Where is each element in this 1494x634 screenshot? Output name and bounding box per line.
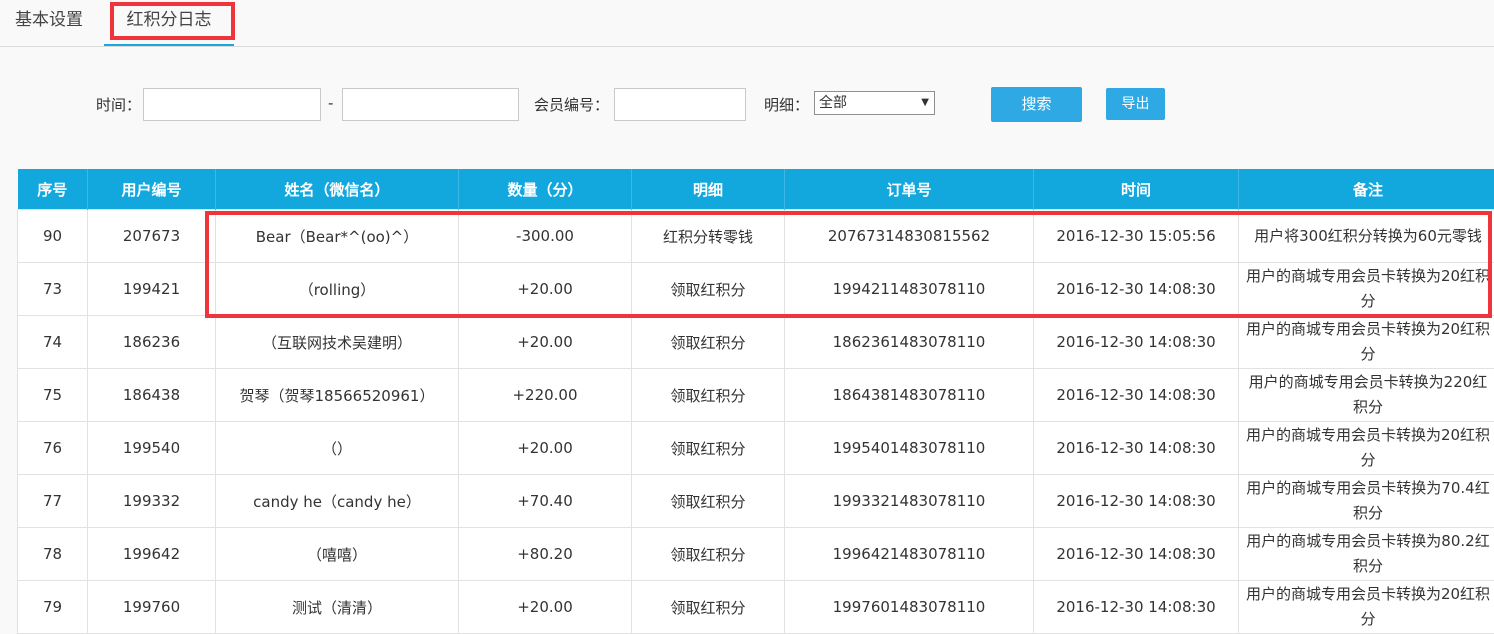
cell-index: 76 [18,422,88,475]
cell-detail: 领取红积分 [632,475,785,528]
tab-bar: 基本设置 红积分日志 [0,0,1494,47]
cell-user-id: 199642 [88,528,216,581]
export-button[interactable]: 导出 [1106,88,1165,120]
cell-time: 2016-12-30 14:08:30 [1034,316,1239,369]
table-row: 77 199332 candy he（candy he） +70.40 领取红积… [18,475,1494,528]
cell-name: （） [216,422,459,475]
detail-select[interactable]: 全部 ▼ [814,91,935,115]
cell-detail: 领取红积分 [632,369,785,422]
cell-note: 用户的商城专用会员卡转换为20红积分 [1239,422,1494,475]
header-amount: 数量（分） [459,169,632,210]
table-row: 74 186236 （互联网技术吴建明） +20.00 领取红积分 186236… [18,316,1494,369]
points-log-table: 序号 用户编号 姓名（微信名） 数量（分） 明细 订单号 时间 备注 90 20… [17,169,1494,634]
search-button[interactable]: 搜索 [991,87,1082,122]
cell-order-no: 1997601483078110 [785,581,1034,634]
cell-time: 2016-12-30 14:08:30 [1034,528,1239,581]
cell-name: Bear（Bear*^(oo)^） [216,210,459,263]
cell-index: 74 [18,316,88,369]
header-index: 序号 [18,169,88,210]
cell-note: 用户的商城专用会员卡转换为20红积分 [1239,316,1494,369]
cell-user-id: 199760 [88,581,216,634]
cell-detail: 领取红积分 [632,422,785,475]
cell-detail: 领取红积分 [632,581,785,634]
time-end-input[interactable] [342,88,519,121]
cell-index: 75 [18,369,88,422]
time-start-input[interactable] [143,88,321,121]
cell-user-id: 199332 [88,475,216,528]
cell-detail: 领取红积分 [632,263,785,316]
table-row: 90 207673 Bear（Bear*^(oo)^） -300.00 红积分转… [18,210,1494,263]
cell-order-no: 1862361483078110 [785,316,1034,369]
cell-time: 2016-12-30 14:08:30 [1034,581,1239,634]
cell-order-no: 1993321483078110 [785,475,1034,528]
table-row: 73 199421 （rolling） +20.00 领取红积分 1994211… [18,263,1494,316]
cell-user-id: 199540 [88,422,216,475]
cell-time: 2016-12-30 14:08:30 [1034,422,1239,475]
cell-index: 79 [18,581,88,634]
header-note: 备注 [1239,169,1494,210]
member-id-input[interactable] [614,88,746,121]
cell-index: 77 [18,475,88,528]
cell-note: 用户将300红积分转换为60元零钱 [1239,210,1494,263]
tab-highlight-box [110,2,235,40]
header-name: 姓名（微信名） [216,169,459,210]
detail-label: 明细： [764,94,809,115]
cell-order-no: 1995401483078110 [785,422,1034,475]
cell-time: 2016-12-30 14:08:30 [1034,263,1239,316]
cell-time: 2016-12-30 14:08:30 [1034,475,1239,528]
cell-name: （互联网技术吴建明） [216,316,459,369]
tab-basic-settings[interactable]: 基本设置 [0,0,98,44]
cell-detail: 领取红积分 [632,316,785,369]
dropdown-arrow-icon: ▼ [921,92,929,114]
table-row: 78 199642 （嘻嘻） +80.20 领取红积分 199642148307… [18,528,1494,581]
cell-name: （嘻嘻） [216,528,459,581]
cell-name: candy he（candy he） [216,475,459,528]
time-label: 时间： [96,94,141,115]
cell-time: 2016-12-30 15:05:56 [1034,210,1239,263]
cell-amount: -300.00 [459,210,632,263]
cell-order-no: 20767314830815562 [785,210,1034,263]
cell-amount: +20.00 [459,422,632,475]
cell-index: 78 [18,528,88,581]
cell-note: 用户的商城专用会员卡转换为70.4红积分 [1239,475,1494,528]
cell-order-no: 1996421483078110 [785,528,1034,581]
header-time: 时间 [1034,169,1239,210]
table-header-row: 序号 用户编号 姓名（微信名） 数量（分） 明细 订单号 时间 备注 [18,169,1494,210]
header-order-no: 订单号 [785,169,1034,210]
cell-amount: +70.40 [459,475,632,528]
cell-index: 90 [18,210,88,263]
cell-index: 73 [18,263,88,316]
cell-detail: 领取红积分 [632,528,785,581]
member-id-label: 会员编号： [534,94,609,115]
cell-detail: 红积分转零钱 [632,210,785,263]
cell-user-id: 186236 [88,316,216,369]
cell-order-no: 1994211483078110 [785,263,1034,316]
cell-order-no: 1864381483078110 [785,369,1034,422]
header-user-id: 用户编号 [88,169,216,210]
cell-note: 用户的商城专用会员卡转换为220红积分 [1239,369,1494,422]
cell-user-id: 186438 [88,369,216,422]
table-row: 79 199760 测试（清清） +20.00 领取红积分 1997601483… [18,581,1494,634]
cell-time: 2016-12-30 14:08:30 [1034,369,1239,422]
cell-amount: +80.20 [459,528,632,581]
cell-note: 用户的商城专用会员卡转换为20红积分 [1239,581,1494,634]
cell-amount: +20.00 [459,316,632,369]
time-range-separator: - [328,94,333,112]
cell-amount: +20.00 [459,263,632,316]
cell-name: 测试（清清） [216,581,459,634]
table-row: 76 199540 （） +20.00 领取红积分 19954014830781… [18,422,1494,475]
cell-amount: +220.00 [459,369,632,422]
table-row: 75 186438 贺琴（贺琴18566520961） +220.00 领取红积… [18,369,1494,422]
cell-user-id: 199421 [88,263,216,316]
cell-name: 贺琴（贺琴18566520961） [216,369,459,422]
cell-note: 用户的商城专用会员卡转换为80.2红积分 [1239,528,1494,581]
cell-name: （rolling） [216,263,459,316]
header-detail: 明细 [632,169,785,210]
cell-amount: +20.00 [459,581,632,634]
cell-user-id: 207673 [88,210,216,263]
cell-note: 用户的商城专用会员卡转换为20红积分 [1239,263,1494,316]
detail-select-value: 全部 [819,95,847,111]
